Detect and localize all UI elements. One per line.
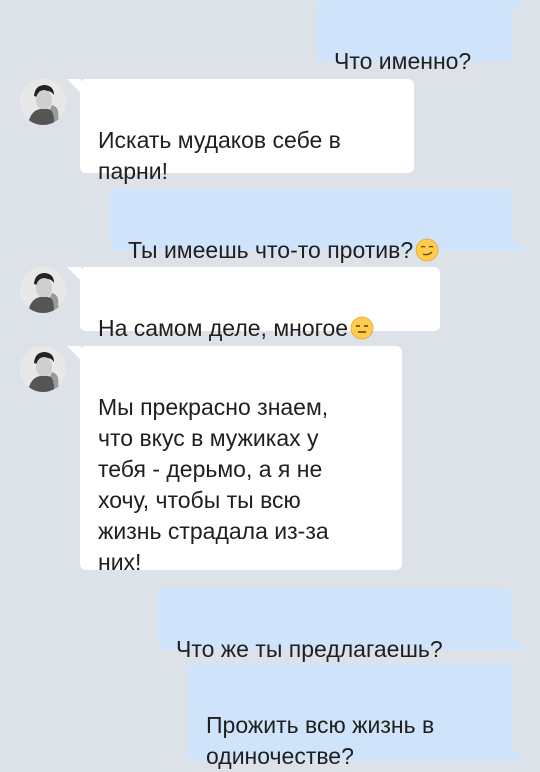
message-text: На самом деле, многое: [98, 315, 349, 341]
message-text: Прожить всю жизнь в одиночестве?: [206, 712, 435, 769]
avatar-photo: [20, 79, 66, 125]
message-text: Мы прекрасно знаем, что вкус в мужиках у…: [98, 394, 329, 575]
smirk-emoji: [415, 238, 439, 262]
avatar-photo: [20, 267, 66, 313]
contact-avatar[interactable]: [20, 267, 66, 313]
expressionless-emoji: [350, 316, 374, 340]
message-text: Что именно?: [334, 48, 472, 74]
message-bubble-outgoing[interactable]: Что же ты предлагаешь?: [158, 588, 525, 662]
message-bubble-incoming[interactable]: На самом деле, многое: [67, 267, 440, 341]
message-bubble-outgoing[interactable]: Ты имеешь что-то против?: [110, 189, 525, 263]
message-text: Искать мудаков себе в парни!: [98, 127, 341, 184]
message-bubble-outgoing[interactable]: Прожить всю жизнь в одиночестве?: [188, 664, 525, 769]
contact-avatar[interactable]: [20, 79, 66, 125]
contact-avatar[interactable]: [20, 346, 66, 392]
avatar-photo: [20, 346, 66, 392]
message-text: Ты имеешь что-то против?: [128, 237, 414, 263]
message-text: Что же ты предлагаешь?: [176, 636, 443, 662]
message-bubble-incoming[interactable]: Мы прекрасно знаем, что вкус в мужиках у…: [67, 346, 402, 575]
message-bubble-outgoing[interactable]: Что именно?: [316, 0, 525, 74]
chat-thread: Что именно? Искать мудаков себе в парни!…: [0, 0, 540, 769]
message-bubble-incoming[interactable]: Искать мудаков себе в парни!: [67, 79, 414, 184]
